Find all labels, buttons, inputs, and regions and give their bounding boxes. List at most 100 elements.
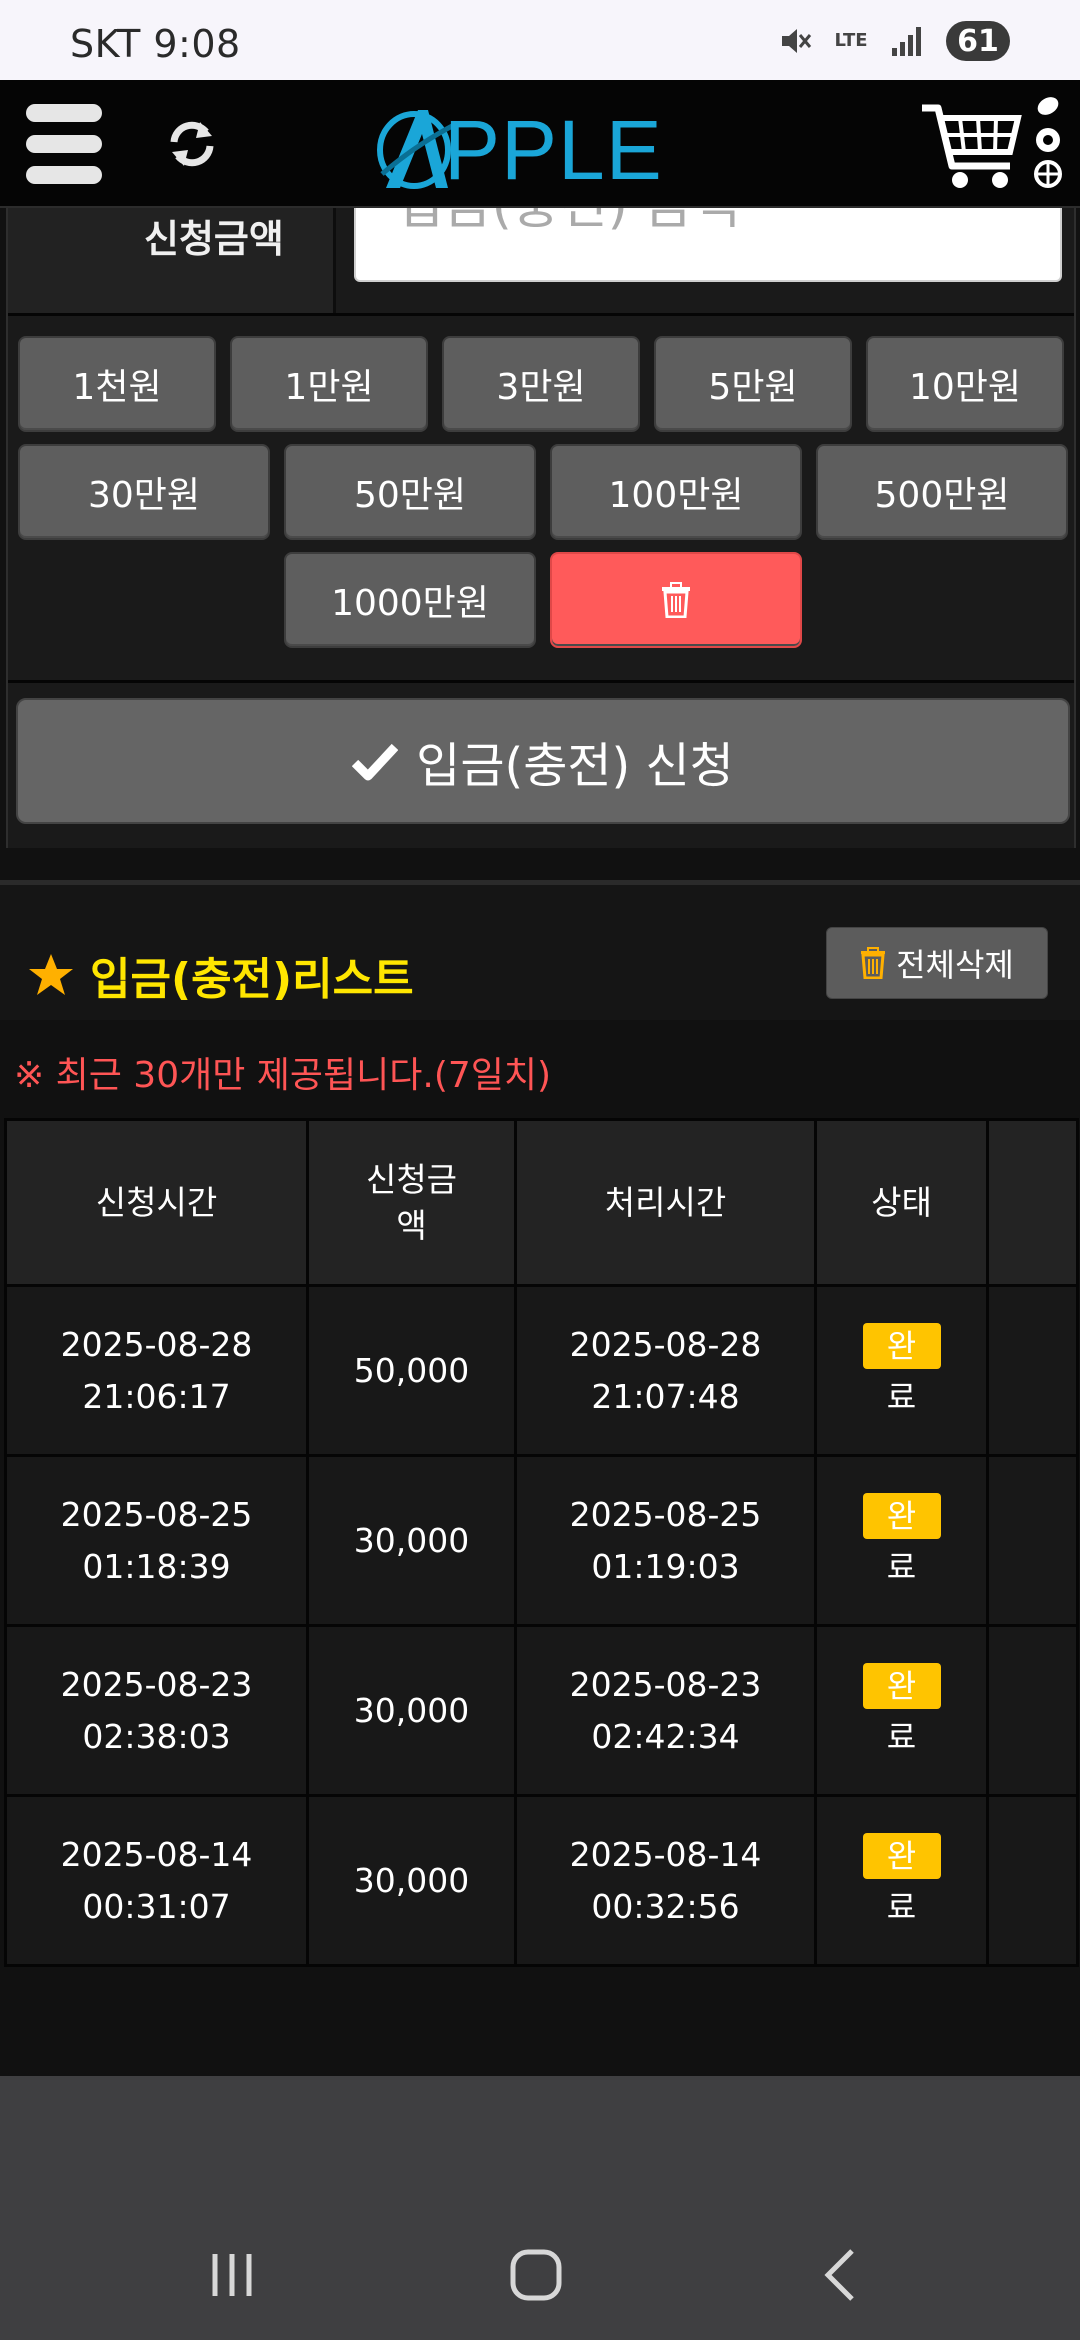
column-header-text: 신청금액 <box>365 1159 458 1245</box>
status-badge-rest: 료 <box>886 1717 917 1756</box>
quick-amount-button[interactable]: 1천원 <box>18 336 216 432</box>
apple-logo[interactable]: PPLE <box>372 100 712 197</box>
deposit-submit-button[interactable]: 입금(충전) 신청 <box>16 698 1070 824</box>
processed-time-cell: 2025-08-25 01:19:03 <box>514 1454 817 1627</box>
column-header: 상태 <box>814 1118 989 1287</box>
processed-date: 2025-08-25 <box>569 1494 762 1534</box>
trash-icon <box>662 582 690 618</box>
amount-cell: 30,000 <box>306 1794 517 1967</box>
home-icon <box>510 2249 562 2301</box>
processed-date: 2025-08-23 <box>569 1664 762 1704</box>
quick-amount-button[interactable]: 1000만원 <box>284 552 536 648</box>
delete-all-button[interactable]: 전체삭제 <box>826 927 1048 999</box>
processed-time-cell: 2025-08-28 21:07:48 <box>514 1284 817 1457</box>
amount-placeholder: 입금(충전) 금액 <box>396 208 740 236</box>
table-row: 2025-08-28 21:06:17 50,000 2025-08-28 21:0… <box>4 1284 1079 1457</box>
deposit-history-table: 신청시간 신청금액 처리시간 상태 2025-08-28 21:06:17 50,… <box>4 1118 1079 1967</box>
deposit-form: 신청금액 입금(충전) 금액 1천원 1만원 3만원 5만원 10만원 30만원… <box>6 208 1076 848</box>
status-cell: 완료 <box>814 1624 989 1797</box>
processed-time: 00:32:56 <box>591 1886 740 1926</box>
column-header: 신청시간 <box>4 1118 309 1287</box>
quick-amount-button[interactable]: 10만원 <box>866 336 1064 432</box>
carrier-time: SKT 9:08 <box>70 22 241 66</box>
menu-button[interactable] <box>26 104 102 184</box>
request-time: 00:31:07 <box>82 1886 231 1926</box>
request-time: 01:18:39 <box>82 1546 231 1586</box>
request-time-cell: 2025-08-23 02:38:03 <box>4 1624 309 1797</box>
status-badge: 완 <box>862 1492 941 1539</box>
amount-input[interactable]: 입금(충전) 금액 <box>354 208 1062 282</box>
amount-row: 신청금액 입금(충전) 금액 <box>8 208 1074 316</box>
status-badge-rest: 료 <box>886 1377 917 1416</box>
status-cell: 완료 <box>814 1284 989 1457</box>
request-time: 02:38:03 <box>82 1716 231 1756</box>
amount-cell: 50,000 <box>306 1284 517 1457</box>
processed-date: 2025-08-14 <box>569 1834 762 1874</box>
amount-label-cell: 신청금액 <box>8 208 336 313</box>
recent-apps-icon <box>212 2254 252 2296</box>
top-header: PPLE <box>0 80 1080 208</box>
star-icon <box>29 954 73 995</box>
amount-label: 신청금액 <box>144 217 284 261</box>
clear-amount-button[interactable] <box>550 552 802 648</box>
signal-icon <box>890 24 924 58</box>
menu-icon-bar <box>26 104 102 122</box>
menu-icon-bar <box>26 135 102 153</box>
recent-apps-button[interactable] <box>192 2240 272 2310</box>
lte-icon: LTE <box>834 30 868 51</box>
processed-date: 2025-08-28 <box>569 1324 762 1364</box>
processed-time-cell: 2025-08-23 02:42:34 <box>514 1624 817 1797</box>
amount-cell: 30,000 <box>306 1454 517 1627</box>
column-header <box>986 1118 1079 1287</box>
request-date: 2025-08-25 <box>60 1494 253 1534</box>
status-badge: 완 <box>862 1322 941 1369</box>
refresh-button[interactable] <box>166 118 218 170</box>
mute-icon <box>778 24 812 58</box>
processed-time-cell: 2025-08-14 00:32:56 <box>514 1794 817 1967</box>
check-icon <box>352 743 399 781</box>
delete-all-label: 전체삭제 <box>896 946 1014 984</box>
quick-amount-button[interactable]: 100만원 <box>550 444 802 540</box>
table-row: 2025-08-23 02:38:03 30,000 2025-08-23 02:4… <box>4 1624 1079 1797</box>
submit-label: 입금(충전) 신청 <box>416 738 734 794</box>
list-title: 입금(충전)리스트 <box>28 943 414 1007</box>
table-row: 2025-08-14 00:31:07 30,000 2025-08-14 00:3… <box>4 1794 1079 1967</box>
request-date: 2025-08-14 <box>60 1834 253 1874</box>
empty-cell <box>986 1454 1079 1627</box>
system-nav-bar <box>0 2200 1080 2340</box>
status-badge-rest: 료 <box>886 1887 917 1926</box>
home-button[interactable] <box>496 2240 576 2310</box>
amount-cell: 30,000 <box>306 1624 517 1797</box>
status-cell: 완료 <box>814 1454 989 1627</box>
quick-amount-button[interactable]: 1만원 <box>230 336 428 432</box>
cart-icon <box>922 97 1062 188</box>
quick-amount-button[interactable]: 5만원 <box>654 336 852 432</box>
processed-time: 01:19:03 <box>591 1546 740 1586</box>
column-header: 신청금액 <box>306 1118 517 1287</box>
refresh-icon <box>170 121 214 167</box>
quick-amount-button[interactable]: 50만원 <box>284 444 536 540</box>
status-badge: 완 <box>862 1832 941 1879</box>
status-icons: LTE 61 <box>778 18 1010 64</box>
back-icon <box>824 2249 854 2301</box>
logo-text: PPLE <box>444 103 663 197</box>
list-title-text: 입금(충전)리스트 <box>90 954 414 1005</box>
status-cell: 완료 <box>814 1794 989 1967</box>
quick-amount-button[interactable]: 3만원 <box>442 336 640 432</box>
back-button[interactable] <box>800 2240 880 2310</box>
processed-time: 02:42:34 <box>591 1716 740 1756</box>
request-time-cell: 2025-08-14 00:31:07 <box>4 1794 309 1967</box>
status-badge: 완 <box>862 1662 941 1709</box>
trash-icon <box>861 947 886 979</box>
quick-amount-button[interactable]: 30만원 <box>18 444 270 540</box>
empty-cell <box>986 1284 1079 1457</box>
menu-icon-bar <box>26 166 102 184</box>
status-badge-rest: 료 <box>886 1547 917 1586</box>
request-time: 21:06:17 <box>82 1376 231 1416</box>
cart-button[interactable] <box>918 94 1068 194</box>
empty-cell <box>986 1624 1079 1797</box>
request-date: 2025-08-28 <box>60 1324 253 1364</box>
quick-amount-button[interactable]: 500만원 <box>816 444 1068 540</box>
battery-indicator: 61 <box>946 21 1010 61</box>
list-notice: ※ 최근 30개만 제공됩니다.(7일치) <box>14 1055 552 1096</box>
